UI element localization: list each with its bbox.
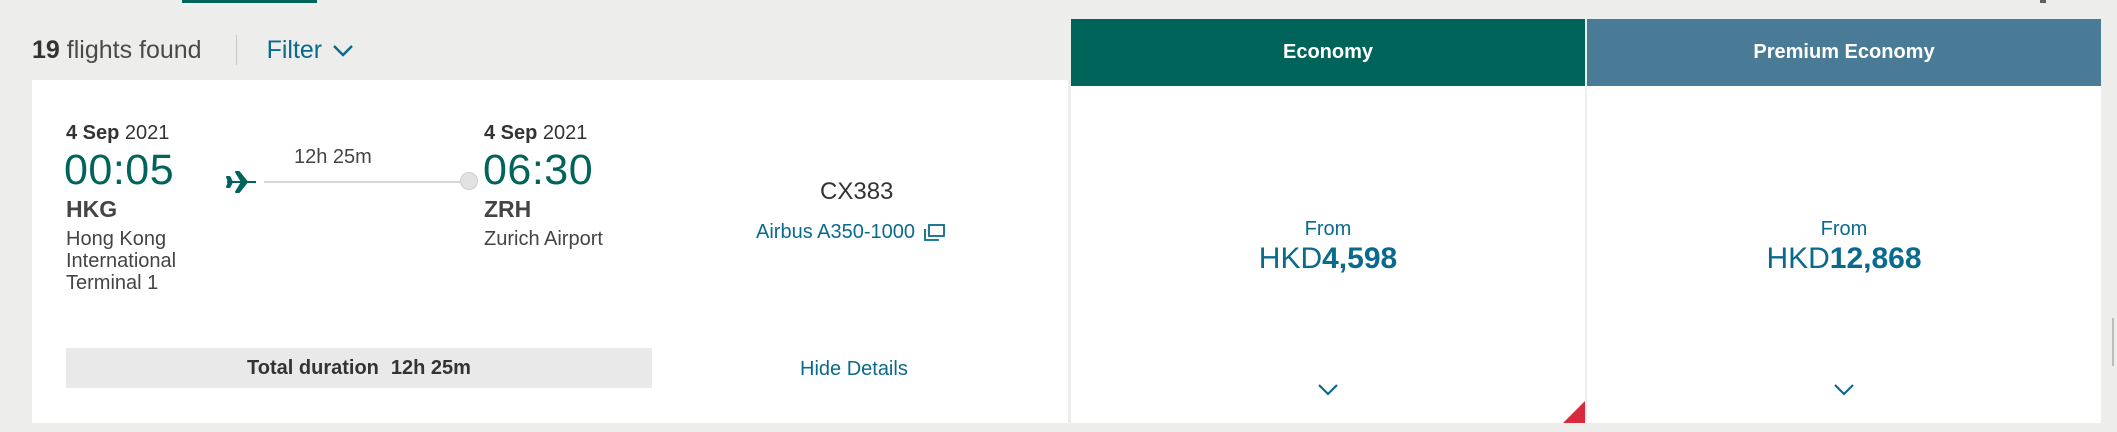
top-right-fragment bbox=[2040, 0, 2046, 3]
hide-details-link[interactable]: Hide Details bbox=[800, 358, 908, 381]
aircraft-link[interactable]: Airbus A350-1000 bbox=[756, 221, 946, 244]
flight-number: CX383 bbox=[820, 178, 894, 205]
active-tab-underline bbox=[182, 0, 317, 3]
scrollbar-thumb[interactable] bbox=[2112, 318, 2114, 366]
premium-economy-header: Premium Economy bbox=[1587, 19, 2101, 86]
economy-price: HKD4,598 bbox=[1258, 242, 1398, 275]
plane-icon bbox=[226, 171, 256, 193]
chevron-down-icon bbox=[333, 44, 353, 57]
filter-button[interactable]: Filter bbox=[267, 36, 355, 65]
economy-header: Economy bbox=[1071, 19, 1585, 86]
departure-date: 4 Sep 2021 bbox=[66, 122, 170, 144]
premium-economy-from-label: From bbox=[1820, 218, 1868, 240]
fare-flag-corner bbox=[1563, 401, 1585, 423]
total-duration-bar: Total duration 12h 25m bbox=[66, 348, 652, 388]
flight-card: 4 Sep 2021 00:05 HKG Hong Kong Internati… bbox=[32, 80, 1068, 423]
results-bar: 19 flights found Filter bbox=[32, 30, 354, 70]
arrival-time: 06:30 bbox=[483, 146, 594, 194]
filter-label: Filter bbox=[266, 35, 323, 64]
economy-fare-column: Economy From HKD4,598 bbox=[1071, 19, 1585, 423]
route-line bbox=[264, 181, 464, 183]
arrival-airport-name: Zurich Airport bbox=[484, 228, 603, 250]
economy-fare-cell[interactable]: From HKD4,598 bbox=[1071, 86, 1585, 423]
economy-from-label: From bbox=[1304, 218, 1352, 240]
premium-economy-fare-column: Premium Economy From HKD12,868 bbox=[1587, 19, 2101, 423]
arrival-date: 4 Sep 2021 bbox=[484, 122, 588, 144]
chevron-down-icon[interactable] bbox=[1832, 383, 1856, 397]
premium-economy-fare-cell[interactable]: From HKD12,868 bbox=[1587, 86, 2101, 423]
total-duration-value: 12h 25m bbox=[390, 356, 471, 379]
route-end-dot bbox=[460, 172, 478, 190]
total-duration-label: Total duration bbox=[247, 356, 379, 379]
results-count: 19 flights found bbox=[32, 35, 202, 64]
departure-airport-name: Hong Kong International Terminal 1 bbox=[66, 228, 177, 294]
departure-time: 00:05 bbox=[64, 146, 175, 194]
premium-economy-price: HKD12,868 bbox=[1766, 242, 1922, 275]
results-divider bbox=[235, 35, 237, 65]
flight-duration: 12h 25m bbox=[294, 146, 372, 168]
departure-airport-code: HKG bbox=[66, 196, 118, 222]
arrival-airport-code: ZRH bbox=[484, 196, 532, 222]
external-window-icon bbox=[924, 223, 945, 241]
aircraft-label: Airbus A350-1000 bbox=[756, 221, 916, 243]
chevron-down-icon[interactable] bbox=[1316, 383, 1340, 397]
